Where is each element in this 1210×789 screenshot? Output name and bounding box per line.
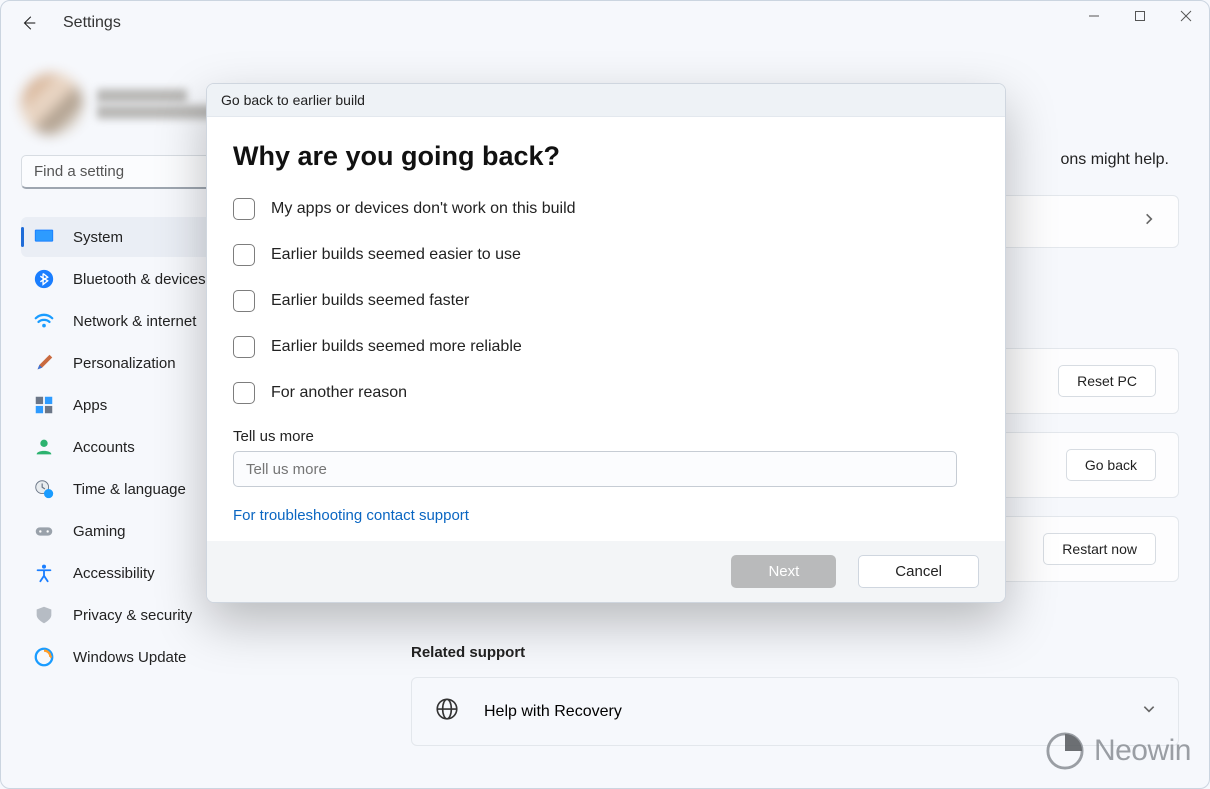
reason-option-3[interactable]: Earlier builds seemed more reliable [233, 336, 979, 358]
neowin-logo-icon [1046, 732, 1084, 770]
reason-option-1[interactable]: Earlier builds seemed easier to use [233, 244, 979, 266]
checkbox[interactable] [233, 198, 255, 220]
reason-option-0[interactable]: My apps or devices don't work on this bu… [233, 198, 979, 220]
dialog-header: Go back to earlier build [207, 84, 1005, 117]
reason-label: My apps or devices don't work on this bu… [271, 200, 576, 218]
reason-option-4[interactable]: For another reason [233, 382, 979, 404]
dialog-overlay: Go back to earlier build Why are you goi… [1, 1, 1209, 788]
go-back-dialog: Go back to earlier build Why are you goi… [206, 83, 1006, 603]
dialog-footer: Next Cancel [207, 541, 1005, 602]
next-button[interactable]: Next [731, 555, 836, 588]
checkbox[interactable] [233, 290, 255, 312]
reason-option-2[interactable]: Earlier builds seemed faster [233, 290, 979, 312]
checkbox[interactable] [233, 382, 255, 404]
watermark-text: Neowin [1094, 734, 1191, 768]
reason-label: Earlier builds seemed easier to use [271, 246, 521, 264]
cancel-button[interactable]: Cancel [858, 555, 979, 588]
checkbox[interactable] [233, 336, 255, 358]
reason-label: For another reason [271, 384, 407, 402]
tell-us-more-input[interactable] [233, 451, 957, 487]
reason-label: Earlier builds seemed faster [271, 292, 469, 310]
tell-us-more-label: Tell us more [233, 428, 979, 445]
dialog-title: Why are you going back? [233, 141, 979, 172]
contact-support-link[interactable]: For troubleshooting contact support [233, 507, 469, 524]
reason-label: Earlier builds seemed more reliable [271, 338, 522, 356]
checkbox[interactable] [233, 244, 255, 266]
watermark: Neowin [1046, 732, 1191, 770]
